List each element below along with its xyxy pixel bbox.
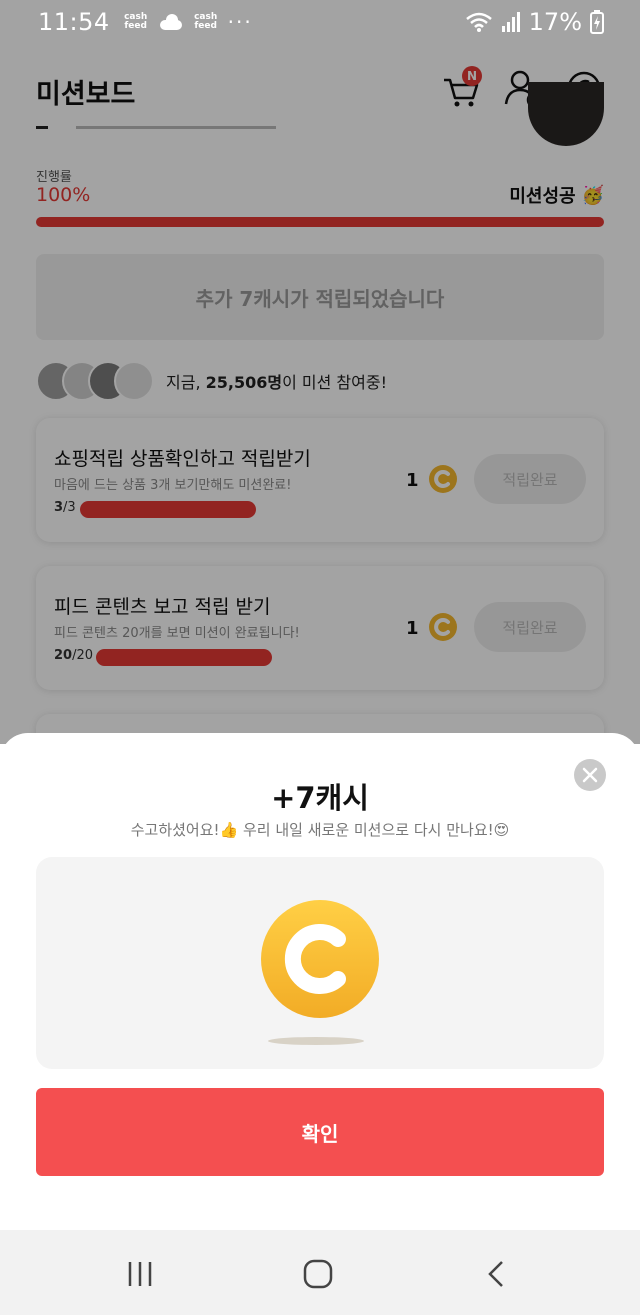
battery-percent: 17% bbox=[528, 8, 582, 36]
coin-illustration-box bbox=[36, 857, 604, 1069]
status-bar: 11:54 cash feed cash feed ··· 17% bbox=[0, 0, 640, 44]
confirm-button[interactable]: 확인 bbox=[36, 1088, 604, 1176]
more-notifications-icon: ··· bbox=[227, 10, 253, 34]
signal-icon bbox=[501, 12, 520, 32]
status-time: 11:54 bbox=[38, 8, 110, 36]
cashfeed-notification-icon-2: cash feed bbox=[194, 12, 218, 31]
recent-apps-icon[interactable] bbox=[122, 1256, 158, 1292]
cashfeed-notification-icon: cash feed bbox=[124, 12, 148, 31]
status-right: 17% bbox=[465, 8, 604, 36]
wifi-icon bbox=[465, 12, 492, 32]
reward-bottom-sheet: +7캐시 수고하셨어요!👍 우리 내일 새로운 미션으로 다시 만나요!😍 확인 bbox=[0, 733, 640, 1233]
cash-coin-icon bbox=[261, 900, 379, 1018]
back-icon[interactable] bbox=[480, 1256, 516, 1292]
coin-shadow bbox=[268, 1037, 364, 1045]
battery-charging-icon bbox=[590, 10, 604, 34]
notification-icons: cash feed cash feed bbox=[122, 13, 220, 31]
reward-message: 수고하셨어요!👍 우리 내일 새로운 미션으로 다시 만나요!😍 bbox=[130, 821, 510, 839]
home-icon[interactable] bbox=[300, 1256, 336, 1292]
modal-backdrop[interactable] bbox=[0, 44, 640, 744]
reward-title: +7캐시 bbox=[271, 781, 369, 815]
cloud-icon bbox=[158, 14, 184, 30]
system-nav-bar bbox=[0, 1230, 640, 1315]
